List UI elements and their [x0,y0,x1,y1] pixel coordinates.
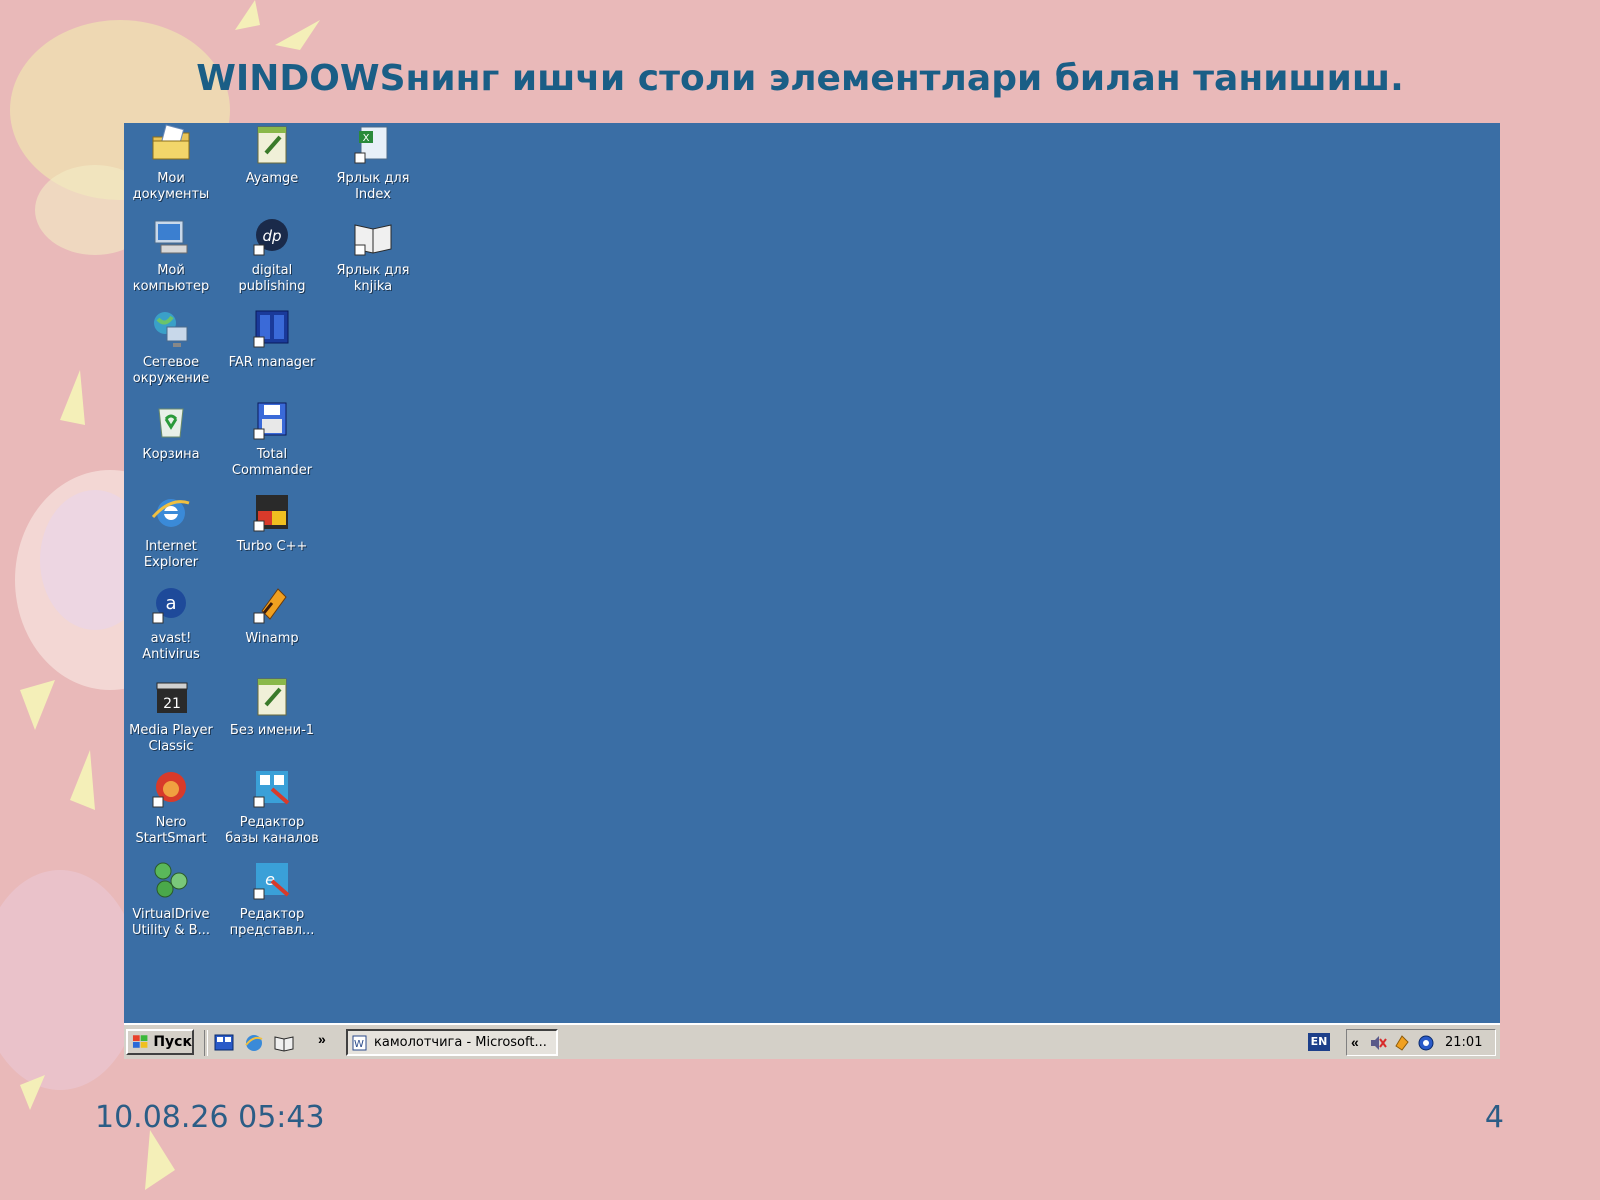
icon-label: Сетевое окружение [132,355,210,386]
desktop-icon-far-manager[interactable]: FAR manager [221,307,323,371]
task-label: камолотчига - Microsoft... [374,1035,547,1050]
taskbar-clock[interactable]: 21:01 [1445,1035,1482,1050]
desktop-icon-my-documents[interactable]: Мои документы [120,123,222,203]
my-computer-icon [154,220,188,254]
my-documents-icon [152,124,190,160]
start-label: Пуск [153,1034,192,1050]
total-commander-icon [253,402,287,440]
desktop-icon-network[interactable]: Сетевое окружение [120,307,222,387]
language-indicator[interactable]: EN [1308,1033,1330,1051]
slide-page-number: 4 [1484,1100,1504,1135]
icon-label: FAR manager [228,355,316,370]
desktop-icon-turbo-cpp[interactable]: Turbo C++ [221,491,323,555]
excel-shortcut-icon: X [354,126,388,164]
icon-label: Winamp [245,631,299,646]
nero-icon [152,772,186,808]
far-manager-icon [253,310,289,348]
desktop-icon-my-computer[interactable]: Мой компьютер [120,215,222,295]
avast-icon: a [152,588,186,624]
svg-text:X: X [363,133,370,144]
icon-label: Без имени-1 [229,723,315,738]
book-quick-icon[interactable] [274,1033,294,1053]
volume-muted-icon[interactable] [1369,1034,1387,1052]
svg-text:a: a [165,593,176,614]
virtualdrive-icon [154,862,188,898]
desktop-icon-nero[interactable]: Nero StartSmart [120,767,222,847]
network-icon [154,312,188,347]
desktop-icon-internet-explorer[interactable]: Internet Explorer [120,491,222,571]
svg-text:W: W [354,1039,364,1050]
turbo-cpp-icon [253,495,288,532]
book-shortcut-icon [354,224,392,256]
ie-quick-icon[interactable] [244,1033,264,1053]
svg-text:21: 21 [163,696,181,712]
desktop-icon-digital-publishing[interactable]: dp digital publishing [221,215,323,295]
icon-label: Корзина [142,447,200,462]
desktop-icon-shortcut-knjika[interactable]: Ярлык для knjika [322,215,424,295]
icon-label: digital publishing [238,263,306,294]
desktop-icon-media-player[interactable]: 21 Media Player Classic [120,675,222,755]
network-tray-icon[interactable] [1417,1034,1435,1052]
word-document-icon: W [352,1035,367,1050]
windows-flag-icon [132,1035,148,1048]
desktop-icon-virtualdrive[interactable]: VirtualDrive Utility & B... [120,859,222,939]
icon-label: Turbo C++ [236,539,308,554]
desktop-icon-ayamge[interactable]: Ayamge [221,123,323,187]
windows-desktop[interactable]: Мои документы Мой компьютер Сетевое окру… [124,123,1500,1023]
media-player-icon: 21 [156,682,188,713]
icon-label: Мои документы [132,171,210,202]
presentation-editor-icon: e [253,863,290,900]
desktop-icon-bez-imeni[interactable]: Без имени-1 [221,675,323,739]
icon-label: Ярлык для Index [336,171,410,202]
tray-expand-arrow[interactable]: « [1351,1034,1359,1050]
digital-publishing-icon: dp [253,219,288,256]
svg-text:dp: dp [262,227,281,245]
svg-text:e: e [265,870,275,889]
slide-title: WINDOWSнинг ишчи столи элементлари билан… [196,58,1404,99]
icon-label: Media Player Classic [129,723,213,754]
desktop-icon-recycle-bin[interactable]: Корзина [120,399,222,463]
winamp-icon [253,588,287,624]
desktop-icon-channel-editor[interactable]: Редактор базы каналов [221,767,323,847]
icon-label: Ярлык для knjika [336,263,410,294]
show-desktop-icon[interactable] [214,1033,234,1053]
taskbar-separator [204,1030,208,1056]
taskbar-window-button[interactable]: W камолотчига - Microsoft... [346,1029,558,1056]
slide-date: 10.08.26 05:43 [95,1100,325,1135]
icon-label: Total Commander [231,447,313,478]
icon-label: Internet Explorer [143,539,199,570]
icon-label: Мой компьютер [132,263,210,294]
system-tray: « 21:01 [1346,1029,1496,1056]
recycle-bin-icon [158,408,184,438]
power-icon[interactable] [1393,1034,1411,1052]
document-icon [257,126,287,164]
icon-label: Ayamge [245,171,299,186]
icon-label: VirtualDrive Utility & B... [132,907,210,938]
desktop-icon-shortcut-index[interactable]: X Ярлык для Index [322,123,424,203]
internet-explorer-icon [151,499,190,527]
desktop-icon-total-commander[interactable]: Total Commander [221,399,323,479]
document-icon [257,678,287,716]
icon-label: Редактор базы каналов [225,815,319,846]
desktop-icon-avast[interactable]: a avast! Antivirus [120,583,222,663]
desktop-icon-winamp[interactable]: Winamp [221,583,323,647]
icon-label: Nero StartSmart [135,815,207,846]
start-button[interactable]: Пуск [126,1029,194,1055]
desktop-icon-presentation-editor[interactable]: e Редактор представл... [221,859,323,939]
quick-launch-overflow[interactable]: » [318,1031,326,1047]
taskbar: Пуск » W камолотчига - Microsoft... EN « [124,1023,1500,1059]
channel-editor-icon [253,771,290,808]
icon-label: Редактор представл... [229,907,315,938]
icon-label: avast! Antivirus [142,631,200,662]
